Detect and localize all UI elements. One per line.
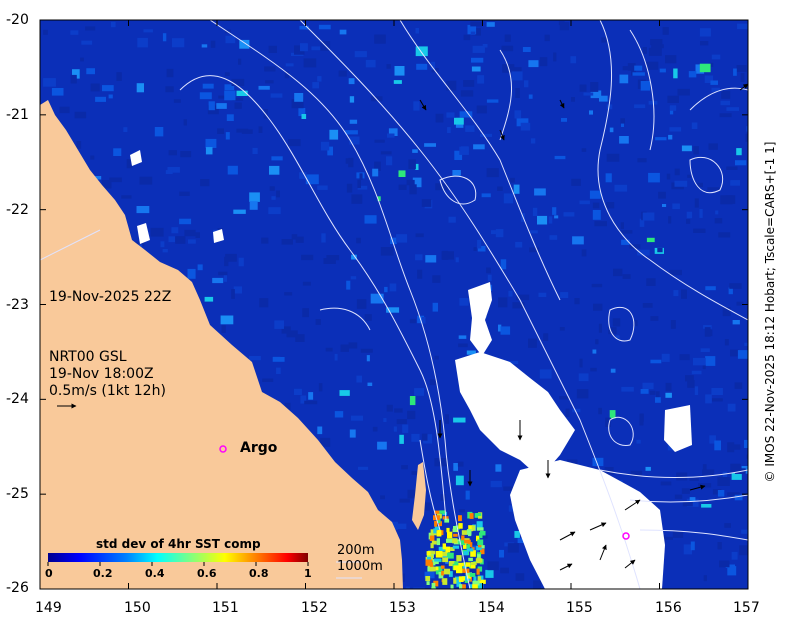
lat-label: -21 xyxy=(6,107,29,123)
contour-200m-label: 200m xyxy=(337,543,375,558)
lat-label: -24 xyxy=(6,391,29,407)
lon-label: 150 xyxy=(124,600,151,616)
lon-label: 155 xyxy=(566,600,593,616)
lon-label: 153 xyxy=(389,600,416,616)
colorbar xyxy=(48,553,308,562)
model-name: NRT00 GSL xyxy=(49,349,127,365)
colorbar-tick-label: 0 xyxy=(45,567,53,580)
lat-label: -23 xyxy=(6,297,29,313)
credit-text: © IMOS 22-Nov-2025 18:12 Hobart; Tscale=… xyxy=(763,141,777,483)
sst-map xyxy=(39,19,749,590)
lon-label: 152 xyxy=(301,600,328,616)
velocity-scale: 0.5m/s (1kt 12h) xyxy=(49,383,166,399)
lon-label: 154 xyxy=(478,600,505,616)
colorbar-tick-label: 1 xyxy=(304,567,312,580)
lat-label: -26 xyxy=(6,580,29,596)
colorbar-tick-label: 0.8 xyxy=(249,567,269,580)
colorbar-tick-label: 0.4 xyxy=(145,567,165,580)
lon-label: 157 xyxy=(733,600,760,616)
lon-label: 151 xyxy=(212,600,239,616)
model-time: 19-Nov 18:00Z xyxy=(49,366,154,382)
lat-label: -25 xyxy=(6,486,29,502)
colorbar-tick-label: 0.6 xyxy=(197,567,217,580)
contour-1000m-label: 1000m xyxy=(337,559,383,574)
lon-label: 149 xyxy=(35,600,62,616)
colorbar-title: std dev of 4hr SST comp xyxy=(96,537,261,551)
lon-label: 156 xyxy=(655,600,682,616)
lat-label: -20 xyxy=(6,12,29,28)
argo-label: Argo xyxy=(240,440,278,456)
lat-label: -22 xyxy=(6,202,29,218)
colorbar-tick-label: 0.2 xyxy=(93,567,113,580)
map-date: 19-Nov-2025 22Z xyxy=(49,289,172,305)
